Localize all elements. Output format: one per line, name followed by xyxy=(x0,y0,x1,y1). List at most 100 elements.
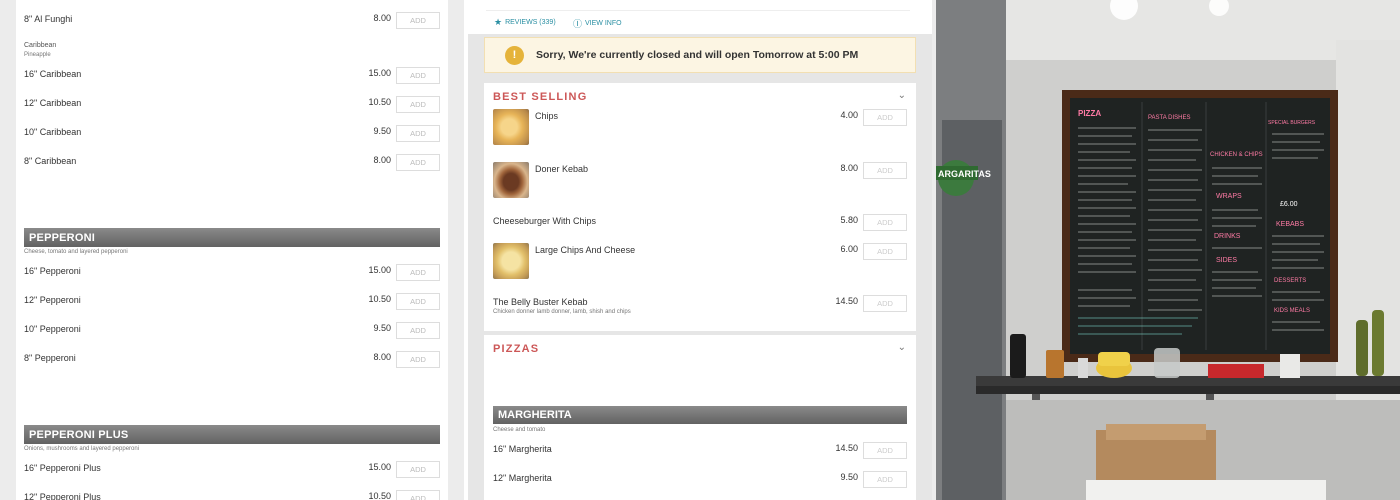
menu-item-row: 8" Caribbean 8.00 ADD xyxy=(24,154,440,172)
add-button[interactable]: ADD xyxy=(396,96,440,113)
item-name: 10" Pepperoni xyxy=(24,324,81,334)
item-price: 10.50 xyxy=(368,294,391,304)
group-title: Caribbean xyxy=(24,42,57,49)
item-name: 12" Caribbean xyxy=(24,98,82,108)
add-button[interactable]: ADD xyxy=(863,243,907,260)
item-name: Chips xyxy=(535,111,559,121)
item-price: 8.00 xyxy=(373,13,391,23)
item-price: 15.00 xyxy=(368,265,391,275)
menu-item-row: Cheeseburger With Chips 5.80 ADD xyxy=(493,214,907,234)
section-title[interactable]: BEST SELLING xyxy=(493,91,587,103)
item-name: 8" Pepperoni xyxy=(24,353,76,363)
menu-item-row: 16" Caribbean 15.00 ADD xyxy=(24,67,440,85)
item-name: Cheeseburger With Chips xyxy=(493,216,597,226)
item-price: 8.00 xyxy=(373,155,391,165)
item-price: 4.00 xyxy=(840,110,858,120)
kebab-thumbnail xyxy=(493,162,529,198)
item-price: 10.50 xyxy=(368,491,391,500)
reviews-link[interactable]: ★ REVIEWS (339) xyxy=(494,17,556,28)
board-heading: WRAPS xyxy=(1216,193,1242,200)
left-menu-panel: 8" Al Funghi 8.00 ADD Caribbean Pineappl… xyxy=(16,0,448,500)
item-price: 10.50 xyxy=(368,97,391,107)
category-header-margherita: MARGHERITA xyxy=(493,406,907,424)
chevron-down-icon[interactable]: ⌄ xyxy=(898,90,906,101)
add-button[interactable]: ADD xyxy=(396,293,440,310)
menu-item-row: 10" Caribbean 9.50 ADD xyxy=(24,125,440,143)
add-button[interactable]: ADD xyxy=(396,264,440,281)
menu-item-row: 12" Pepperoni 10.50 ADD xyxy=(24,293,440,311)
menu-body: ! Sorry, We're currently closed and will… xyxy=(468,34,932,500)
large-chips-thumbnail xyxy=(493,243,529,279)
item-price: 9.50 xyxy=(373,126,391,136)
sign-text: ARGARITAS xyxy=(938,169,991,179)
menu-item-row: Chips 4.00 ADD xyxy=(493,109,907,149)
category-description: Cheese, tomato and layered pepperoni xyxy=(24,249,128,255)
restaurant-photo: ARGARITAS PIZZA PASTA DISHES SPECIAL BUR… xyxy=(936,0,1400,500)
item-name: 10" Caribbean xyxy=(24,127,82,137)
item-name: 16" Pepperoni xyxy=(24,266,81,276)
item-price: 15.00 xyxy=(368,462,391,472)
board-heading: PIZZA xyxy=(1078,109,1101,118)
menu-item-row: 12" Pepperoni Plus 10.50 ADD xyxy=(24,490,440,500)
category-header-pepperoni-plus: PEPPERONI PLUS xyxy=(24,425,440,444)
item-name: Large Chips And Cheese xyxy=(535,245,636,255)
item-name: 16" Caribbean xyxy=(24,69,82,79)
add-button[interactable]: ADD xyxy=(396,461,440,478)
restaurant-info-bar: ★ REVIEWS (339) ⓘ VIEW INFO xyxy=(464,0,932,34)
add-button[interactable]: ADD xyxy=(863,471,907,488)
item-description: Chicken donner lamb donner, lamb, shish … xyxy=(493,309,631,315)
add-button[interactable]: ADD xyxy=(863,214,907,231)
add-button[interactable]: ADD xyxy=(396,351,440,368)
board-heading: DESSERTS xyxy=(1274,278,1306,284)
add-button[interactable]: ADD xyxy=(396,67,440,84)
item-name: 8" Caribbean xyxy=(24,156,77,166)
item-price: 6.00 xyxy=(840,244,858,254)
item-price: 14.50 xyxy=(835,443,858,453)
info-icon: ⓘ xyxy=(573,19,583,29)
closed-message: Sorry, We're currently closed and will o… xyxy=(536,49,859,61)
add-button[interactable]: ADD xyxy=(396,490,440,500)
add-button[interactable]: ADD xyxy=(863,162,907,179)
restaurant-menu-panel: ★ REVIEWS (339) ⓘ VIEW INFO ! Sorry, We'… xyxy=(464,0,932,500)
view-info-link[interactable]: ⓘ VIEW INFO xyxy=(573,17,622,30)
category-description: Cheese and tomato xyxy=(493,427,546,433)
reviews-label: REVIEWS (339) xyxy=(505,19,556,26)
pizzas-section: PIZZAS ⌄ MARGHERITA Cheese and tomato 16… xyxy=(484,335,916,500)
menu-item-row: 16" Pepperoni Plus 15.00 ADD xyxy=(24,461,440,479)
add-button[interactable]: ADD xyxy=(863,109,907,126)
star-icon: ★ xyxy=(494,17,503,27)
board-heading: CHICKEN & CHIPS xyxy=(1210,152,1263,158)
menu-item-row: 8" Pepperoni 8.00 ADD xyxy=(24,351,440,369)
category-header-pepperoni: PEPPERONI xyxy=(24,228,440,247)
item-price: 8.00 xyxy=(840,163,858,173)
section-title[interactable]: PIZZAS xyxy=(493,343,539,355)
item-price: 8.00 xyxy=(373,352,391,362)
add-button[interactable]: ADD xyxy=(396,154,440,171)
warning-icon: ! xyxy=(505,46,524,65)
divider xyxy=(486,10,910,11)
item-name: 16" Pepperoni Plus xyxy=(24,463,101,473)
menu-item-row: 10" Pepperoni 9.50 ADD xyxy=(24,322,440,340)
board-heading: SIDES xyxy=(1216,257,1237,264)
menu-item-row: Large Chips And Cheese 6.00 ADD xyxy=(493,243,907,283)
menu-item-row: The Belly Buster Kebab Chicken donner la… xyxy=(493,295,907,325)
add-button[interactable]: ADD xyxy=(396,125,440,142)
item-price: 5.80 xyxy=(840,215,858,225)
chips-thumbnail xyxy=(493,109,529,145)
chevron-down-icon[interactable]: ⌄ xyxy=(898,342,906,353)
item-price: 9.50 xyxy=(840,472,858,482)
board-heading: PASTA DISHES xyxy=(1148,115,1190,121)
add-button[interactable]: ADD xyxy=(863,442,907,459)
item-name: 8" Al Funghi xyxy=(24,14,73,24)
shop-interior-image: ARGARITAS PIZZA PASTA DISHES SPECIAL BUR… xyxy=(936,0,1400,500)
add-button[interactable]: ADD xyxy=(396,12,440,29)
add-button[interactable]: ADD xyxy=(396,322,440,339)
board-heading: KIDS MEALS xyxy=(1274,308,1310,314)
board-heading: DRINKS xyxy=(1214,233,1241,240)
item-name: Doner Kebab xyxy=(535,164,589,174)
best-selling-section: BEST SELLING ⌄ Chips 4.00 ADD Doner Keba… xyxy=(484,83,916,331)
menu-item-row: 8" Al Funghi 8.00 ADD xyxy=(24,12,440,30)
item-price: 14.50 xyxy=(835,296,858,306)
add-button[interactable]: ADD xyxy=(863,295,907,312)
menu-item-row: Doner Kebab 8.00 ADD xyxy=(493,162,907,202)
